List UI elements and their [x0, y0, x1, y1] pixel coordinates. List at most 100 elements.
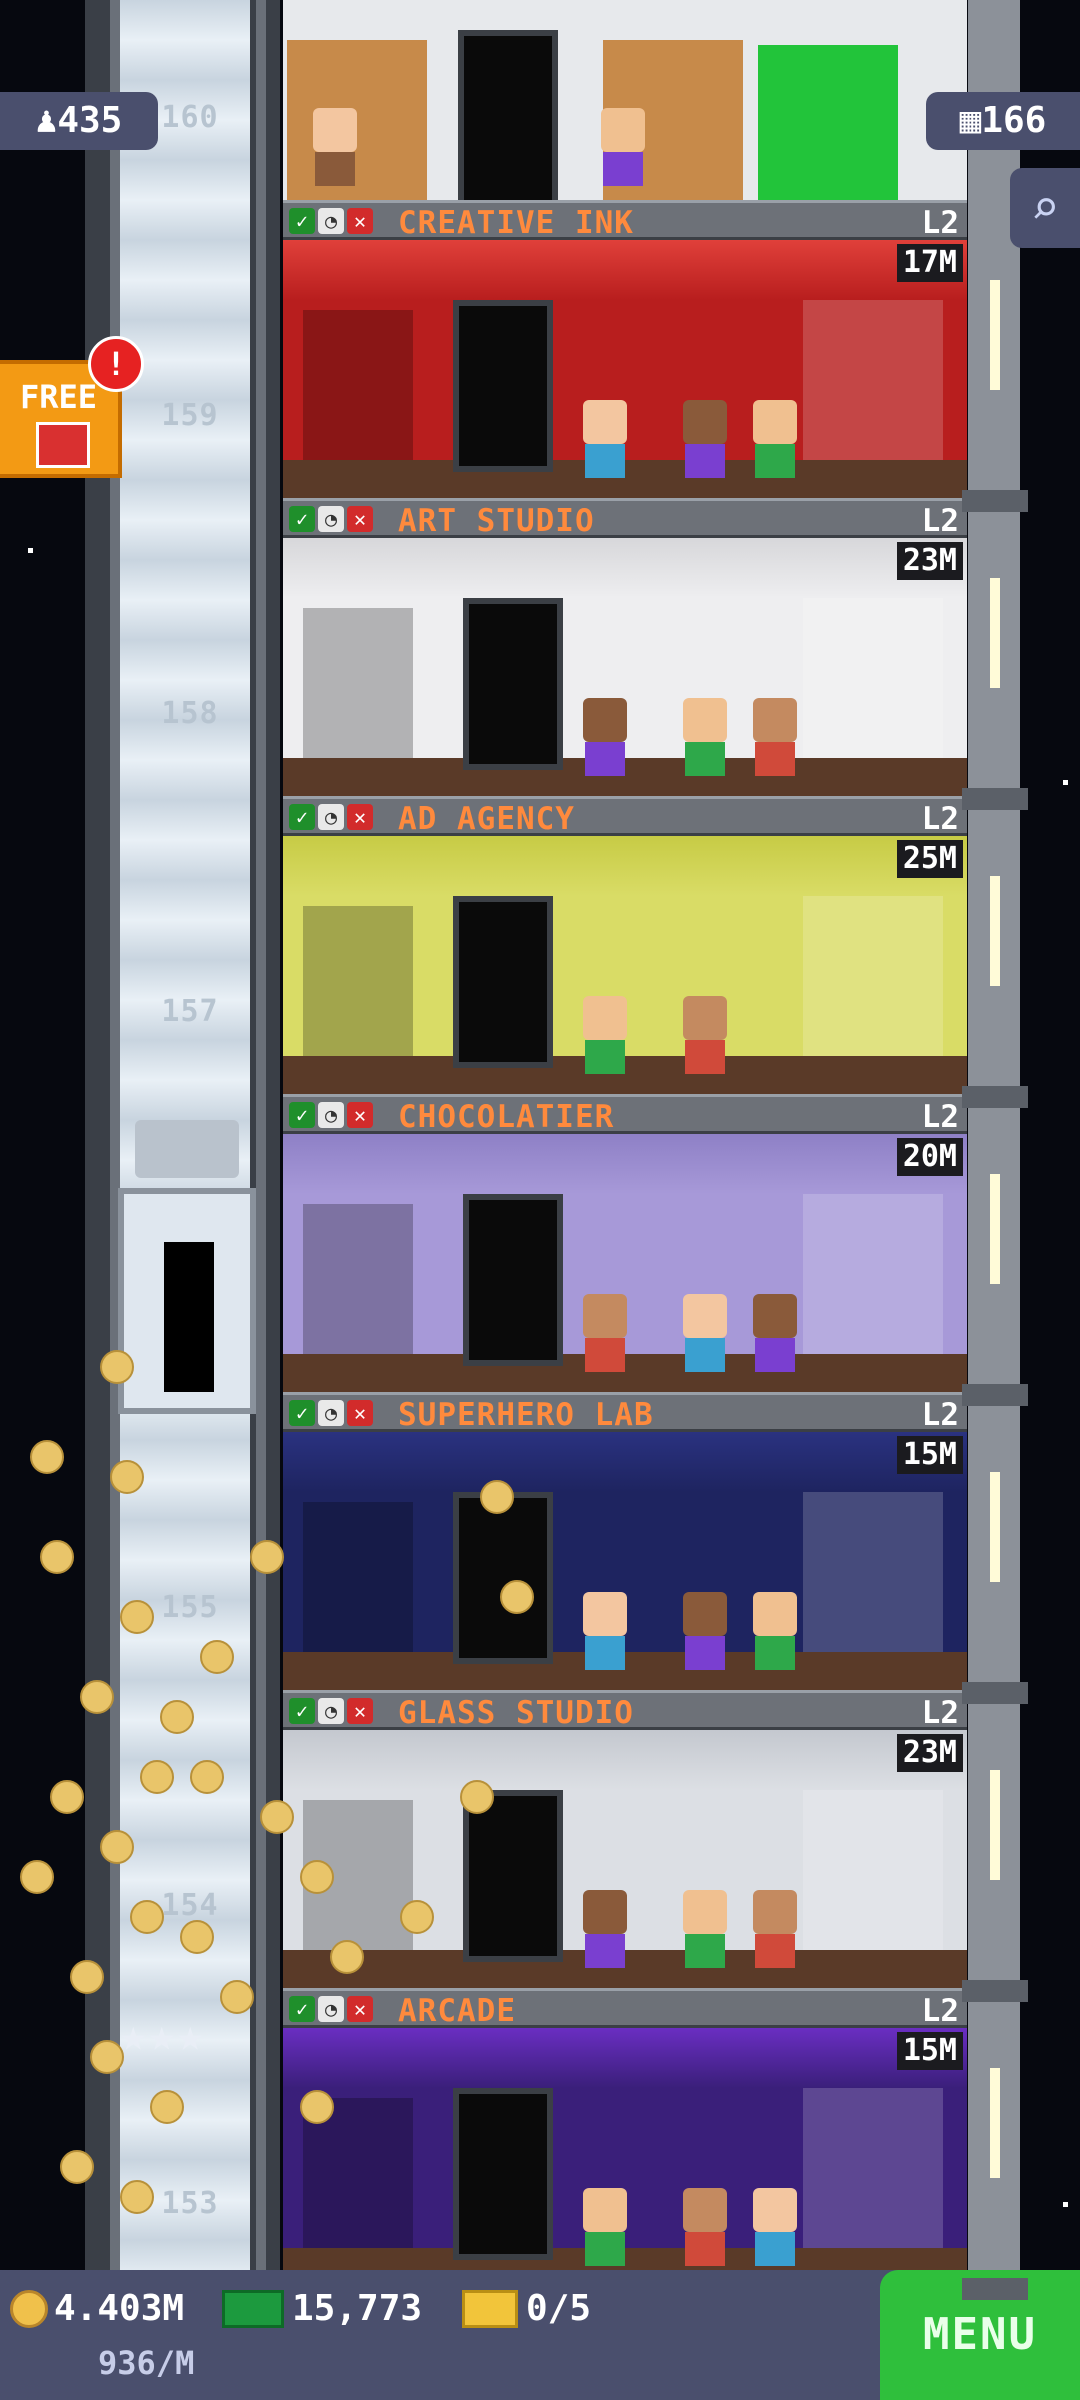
falling-coin-icon[interactable]: [30, 1440, 64, 1474]
falling-coin-icon[interactable]: [50, 1780, 84, 1814]
falling-coin-icon[interactable]: [480, 1480, 514, 1514]
clock-icon[interactable]: ◔: [318, 1400, 344, 1426]
tower-resident[interactable]: [683, 400, 727, 478]
falling-coin-icon[interactable]: [190, 1760, 224, 1794]
tower-resident[interactable]: [753, 698, 797, 776]
falling-coin-icon[interactable]: [460, 1780, 494, 1814]
x-icon[interactable]: ✕: [347, 1996, 373, 2022]
falling-coin-icon[interactable]: [70, 1960, 104, 1994]
x-icon[interactable]: ✕: [347, 208, 373, 234]
clock-icon[interactable]: ◔: [318, 1996, 344, 2022]
ticket-balance[interactable]: 0/5: [462, 2288, 591, 2329]
tower-resident[interactable]: [683, 1294, 727, 1372]
x-icon[interactable]: ✕: [347, 1102, 373, 1128]
floor-creative-ink[interactable]: ✓ ◔ ✕ CREATIVE INK L2 17M: [283, 200, 967, 498]
floor-room[interactable]: [283, 1432, 967, 1690]
tower-resident[interactable]: [583, 2188, 627, 2266]
falling-coin-icon[interactable]: [500, 1580, 534, 1614]
tower-resident[interactable]: [683, 698, 727, 776]
tower-resident[interactable]: [583, 698, 627, 776]
falling-coin-icon[interactable]: [40, 1540, 74, 1574]
falling-coin-icon[interactable]: [260, 1800, 294, 1834]
floor-room[interactable]: [283, 2028, 967, 2286]
tower-resident[interactable]: [753, 1890, 797, 1968]
elevator-car[interactable]: [118, 1188, 256, 1414]
floor-header[interactable]: ✓ ◔ ✕ CHOCOLATIER L2: [283, 1094, 967, 1135]
falling-coin-icon[interactable]: [220, 1980, 254, 2014]
falling-coin-icon[interactable]: [150, 2090, 184, 2124]
check-icon[interactable]: ✓: [289, 1698, 315, 1724]
tower-resident[interactable]: [583, 996, 627, 1074]
tower-resident[interactable]: [683, 996, 727, 1074]
floor-count-badge[interactable]: ▦166: [926, 92, 1080, 150]
coin-balance[interactable]: 4.403M: [10, 2288, 184, 2329]
tower-resident[interactable]: [753, 1592, 797, 1670]
tower-resident[interactable]: [313, 108, 357, 186]
tower-resident[interactable]: [753, 2188, 797, 2266]
falling-coin-icon[interactable]: [180, 1920, 214, 1954]
floor-glass-studio[interactable]: ✓ ◔ ✕ GLASS STUDIO L2 23M: [283, 1690, 967, 1988]
tower-resident[interactable]: [583, 1294, 627, 1372]
falling-coin-icon[interactable]: [330, 1940, 364, 1974]
floor-arcade[interactable]: ✓ ◔ ✕ ARCADE L2 15M: [283, 1988, 967, 2286]
falling-coin-icon[interactable]: [160, 1700, 194, 1734]
floor-header[interactable]: ✓ ◔ ✕ GLASS STUDIO L2: [283, 1690, 967, 1731]
falling-coin-icon[interactable]: [300, 2090, 334, 2124]
floor-art-studio[interactable]: ✓ ◔ ✕ ART STUDIO L2 23M: [283, 498, 967, 796]
clock-icon[interactable]: ◔: [318, 506, 344, 532]
clock-icon[interactable]: ◔: [318, 1102, 344, 1128]
floor-header[interactable]: ✓ ◔ ✕ ART STUDIO L2: [283, 498, 967, 539]
check-icon[interactable]: ✓: [289, 1400, 315, 1426]
tower-resident[interactable]: [601, 108, 645, 186]
falling-coin-icon[interactable]: [140, 1760, 174, 1794]
falling-coin-icon[interactable]: [20, 1860, 54, 1894]
falling-coin-icon[interactable]: [400, 1900, 434, 1934]
tower-resident[interactable]: [683, 2188, 727, 2266]
falling-coin-icon[interactable]: [100, 1350, 134, 1384]
tower-resident[interactable]: [753, 1294, 797, 1372]
falling-coin-icon[interactable]: [120, 1600, 154, 1634]
x-icon[interactable]: ✕: [347, 1400, 373, 1426]
floor-room[interactable]: [283, 1134, 967, 1392]
falling-coin-icon[interactable]: [130, 1900, 164, 1934]
check-icon[interactable]: ✓: [289, 208, 315, 234]
floor-header[interactable]: ✓ ◔ ✕ CREATIVE INK L2: [283, 200, 967, 241]
floor-room[interactable]: [283, 1730, 967, 1988]
x-icon[interactable]: ✕: [347, 804, 373, 830]
floor-room[interactable]: [283, 836, 967, 1094]
bux-balance[interactable]: 15,773: [222, 2288, 422, 2329]
check-icon[interactable]: ✓: [289, 1102, 315, 1128]
tower-resident[interactable]: [583, 1890, 627, 1968]
falling-coin-icon[interactable]: [250, 1540, 284, 1574]
falling-coin-icon[interactable]: [60, 2150, 94, 2184]
falling-coin-icon[interactable]: [90, 2040, 124, 2074]
falling-coin-icon[interactable]: [120, 2180, 154, 2214]
x-icon[interactable]: ✕: [347, 506, 373, 532]
falling-coin-icon[interactable]: [100, 1830, 134, 1864]
check-icon[interactable]: ✓: [289, 804, 315, 830]
clock-icon[interactable]: ◔: [318, 1698, 344, 1724]
floor-header[interactable]: ✓ ◔ ✕ SUPERHERO LAB L2: [283, 1392, 967, 1433]
search-button[interactable]: ⌕: [1010, 168, 1080, 248]
tower-resident[interactable]: [683, 1890, 727, 1968]
x-icon[interactable]: ✕: [347, 1698, 373, 1724]
tower-resident[interactable]: [583, 1592, 627, 1670]
falling-coin-icon[interactable]: [110, 1460, 144, 1494]
floor-header[interactable]: ✓ ◔ ✕ AD AGENCY L2: [283, 796, 967, 837]
check-icon[interactable]: ✓: [289, 506, 315, 532]
free-gift-button[interactable]: FREE !: [0, 336, 144, 478]
floor-ad-agency[interactable]: ✓ ◔ ✕ AD AGENCY L2 25M: [283, 796, 967, 1094]
floor-room[interactable]: [283, 538, 967, 796]
tower-resident[interactable]: [753, 400, 797, 478]
clock-icon[interactable]: ◔: [318, 804, 344, 830]
falling-coin-icon[interactable]: [300, 1860, 334, 1894]
tower-resident[interactable]: [583, 400, 627, 478]
floor-header[interactable]: ✓ ◔ ✕ ARCADE L2: [283, 1988, 967, 2029]
check-icon[interactable]: ✓: [289, 1996, 315, 2022]
falling-coin-icon[interactable]: [200, 1640, 234, 1674]
floor-chocolatier[interactable]: ✓ ◔ ✕ CHOCOLATIER L2 20M: [283, 1094, 967, 1392]
population-badge[interactable]: ♟435: [0, 92, 158, 150]
tower-resident[interactable]: [683, 1592, 727, 1670]
falling-coin-icon[interactable]: [80, 1680, 114, 1714]
clock-icon[interactable]: ◔: [318, 208, 344, 234]
